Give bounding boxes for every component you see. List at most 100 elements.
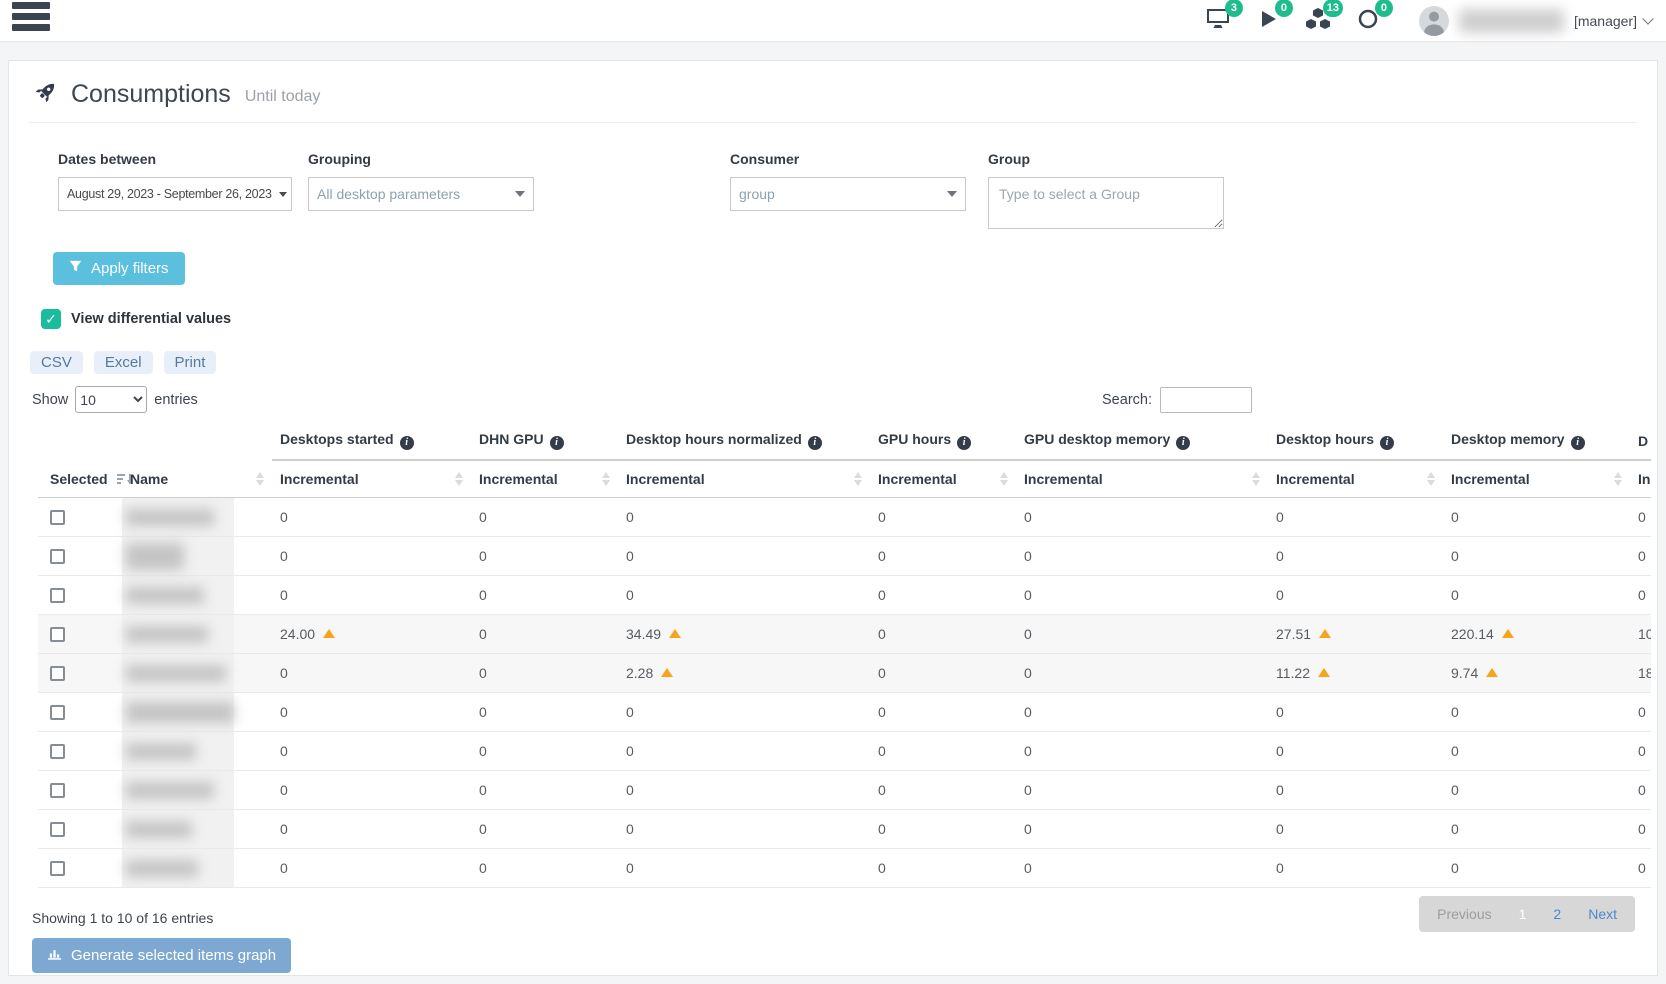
row-select-checkbox[interactable] — [50, 549, 65, 564]
grouping-select[interactable]: All desktop parameters — [308, 177, 534, 211]
redacted-name — [126, 782, 214, 799]
cell-value: 0 — [1638, 704, 1646, 720]
cell-value: 0 — [1638, 743, 1646, 759]
cell-value: 0 — [280, 860, 288, 876]
cell-value: 0 — [479, 821, 487, 837]
avatar — [1419, 6, 1449, 36]
name-cell — [122, 654, 272, 693]
value-cell: 0 — [272, 771, 471, 810]
search-input[interactable] — [1160, 387, 1252, 413]
generate-graph-button[interactable]: Generate selected items graph — [32, 938, 291, 973]
sort-header-incremental[interactable]: Incremental — [1016, 460, 1268, 498]
consumer-select[interactable]: group — [730, 177, 966, 211]
value-cell: 0 — [1268, 732, 1443, 771]
cell-value: 0 — [1276, 743, 1284, 759]
value-cell: 0 — [1443, 693, 1630, 732]
select-cell — [38, 849, 122, 888]
notif-desktops[interactable]: 3 — [1205, 8, 1231, 34]
value-cell: 0 — [272, 498, 471, 537]
column-label: Incremental — [479, 471, 558, 487]
column-group-header: GPU hoursi — [870, 427, 1016, 460]
cell-value: 0 — [626, 860, 634, 876]
print-button[interactable]: Print — [164, 351, 217, 374]
sort-arrows-icon — [256, 472, 264, 486]
cell-value: 0 — [878, 587, 886, 603]
consumptions-table: Desktops startediDHN GPUiDesktop hours n… — [38, 427, 1651, 888]
notif-resources[interactable]: 13 — [1305, 8, 1331, 34]
sort-header-incremental[interactable]: Incremental — [272, 460, 471, 498]
row-select-checkbox[interactable] — [50, 666, 65, 681]
page-2-button[interactable]: 2 — [1553, 906, 1561, 922]
search-label: Search: — [1102, 392, 1152, 408]
value-cell: 0 — [1268, 576, 1443, 615]
redacted-name — [126, 543, 184, 570]
value-cell: 0 — [272, 537, 471, 576]
previous-page-button[interactable]: Previous — [1437, 906, 1491, 922]
sort-header-incremental[interactable]: Incremental — [471, 460, 618, 498]
csv-button[interactable]: CSV — [30, 351, 83, 374]
cell-value: 0 — [878, 743, 886, 759]
column-label: Selected — [50, 471, 108, 487]
cell-value: 0 — [1276, 704, 1284, 720]
value-cell: 0 — [618, 849, 870, 888]
differential-checkbox[interactable] — [41, 309, 61, 329]
value-cell: 0 — [471, 654, 618, 693]
row-select-checkbox[interactable] — [50, 783, 65, 798]
excel-button[interactable]: Excel — [94, 351, 153, 374]
cell-value: 0 — [1638, 548, 1646, 564]
date-range-input[interactable]: August 29, 2023 - September 26, 2023 — [58, 177, 292, 211]
page-1-button[interactable]: 1 — [1519, 906, 1527, 922]
sort-down-icon — [256, 480, 264, 486]
notif-badge: 0 — [1375, 0, 1393, 17]
column-group-label: GPU desktop memory — [1024, 431, 1170, 447]
table-row: 00000000 — [38, 849, 1651, 888]
name-cell — [122, 615, 272, 654]
value-cell: 0 — [1268, 849, 1443, 888]
entries-select[interactable]: 10 — [75, 386, 147, 413]
sort-arrows-icon — [1000, 472, 1008, 486]
row-select-checkbox[interactable] — [50, 822, 65, 837]
sort-header-selected[interactable]: Selected — [38, 460, 122, 498]
row-select-checkbox[interactable] — [50, 588, 65, 603]
sort-header-incremental[interactable]: Incremental — [1268, 460, 1443, 498]
apply-filters-button[interactable]: Apply filters — [53, 252, 185, 285]
menu-button[interactable] — [12, 0, 56, 35]
row-select-checkbox[interactable] — [50, 627, 65, 642]
sort-header-incremental[interactable]: Incremental — [1443, 460, 1630, 498]
cell-value: 0 — [1024, 626, 1032, 642]
value-cell: 0 — [471, 498, 618, 537]
row-select-checkbox[interactable] — [50, 705, 65, 720]
group-input[interactable] — [988, 177, 1224, 229]
trend-up-icon — [1318, 668, 1330, 677]
sort-header-incremental[interactable]: In — [1630, 460, 1651, 498]
column-label: Incremental — [626, 471, 705, 487]
date-range-value: August 29, 2023 - September 26, 2023 — [67, 187, 272, 201]
sort-header-incremental[interactable]: Incremental — [618, 460, 870, 498]
sort-header-name[interactable]: Name — [122, 460, 272, 498]
table-controls: Show 10 entries Search: — [29, 386, 1637, 413]
consumer-label: Consumer — [730, 151, 966, 167]
value-cell: 0 — [1016, 732, 1268, 771]
cell-value: 0 — [280, 509, 288, 525]
next-page-button[interactable]: Next — [1588, 906, 1617, 922]
table-scroll-area: Desktops startediDHN GPUiDesktop hours n… — [38, 427, 1651, 888]
cell-value: 0 — [1024, 782, 1032, 798]
value-cell: 0 — [870, 537, 1016, 576]
row-select-checkbox[interactable] — [50, 744, 65, 759]
redacted-name — [126, 509, 214, 526]
trend-up-icon — [323, 629, 335, 638]
value-cell: 0 — [1443, 849, 1630, 888]
row-select-checkbox[interactable] — [50, 861, 65, 876]
sort-arrows-icon — [602, 472, 610, 486]
cell-value: 0 — [280, 665, 288, 681]
cell-value: 0 — [280, 743, 288, 759]
user-role-dropdown[interactable]: [manager] — [1574, 13, 1652, 29]
sort-header-incremental[interactable]: Incremental — [870, 460, 1016, 498]
value-cell: 0 — [618, 732, 870, 771]
sort-arrows-icon — [854, 472, 862, 486]
notif-sessions[interactable]: 0 — [1255, 8, 1281, 34]
row-select-checkbox[interactable] — [50, 510, 65, 525]
notif-status[interactable]: 0 — [1355, 8, 1381, 34]
user-menu: [manager] — [1419, 6, 1652, 36]
column-group-spacer — [38, 427, 272, 460]
